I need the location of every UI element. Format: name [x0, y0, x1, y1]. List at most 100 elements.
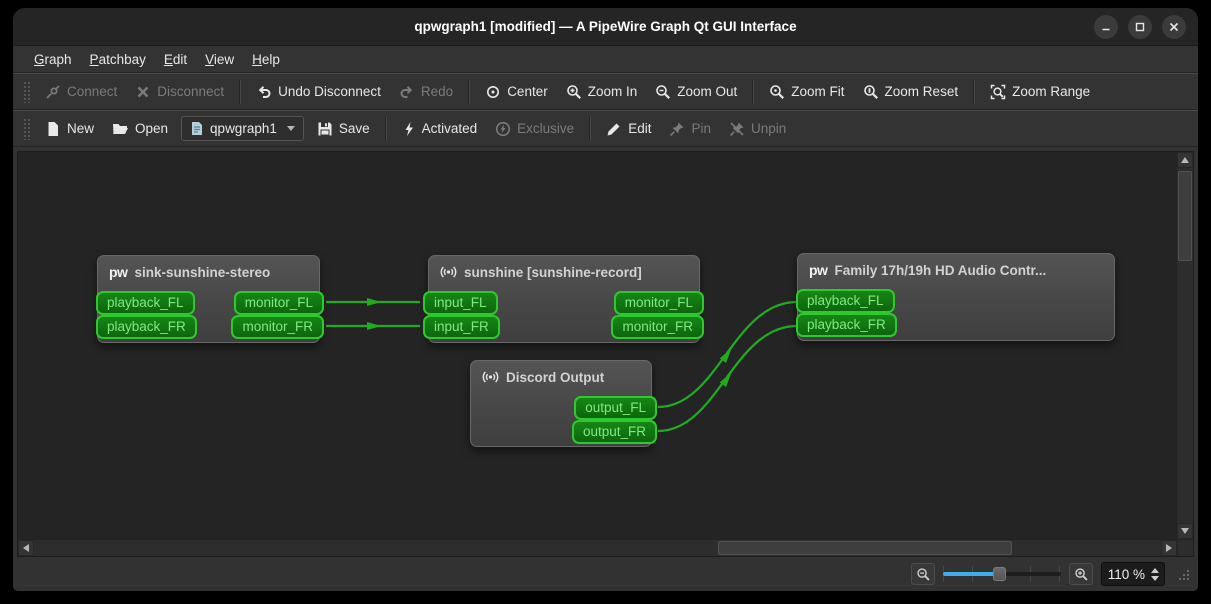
- undo-disconnect-label: Undo Disconnect: [278, 84, 381, 99]
- toolbar-separator: [589, 116, 592, 141]
- node-title: pw sink-sunshine-stereo: [109, 264, 271, 280]
- toolbar-separator: [239, 79, 242, 104]
- scroll-up-button[interactable]: [1177, 152, 1193, 168]
- pencil-icon: [607, 123, 620, 135]
- zoom-out-icon: [916, 567, 930, 581]
- port-playback-fr[interactable]: playback_FR: [96, 315, 197, 339]
- node-title: sunshine [sunshine-record]: [429, 256, 699, 280]
- node-discord-output[interactable]: Discord Output output_FL output_FR: [470, 360, 657, 447]
- zoom-value: 110 %: [1107, 566, 1145, 582]
- menu-edit[interactable]: Edit: [155, 48, 196, 71]
- port-input-fl[interactable]: input_FL: [423, 291, 498, 315]
- node-sunshine[interactable]: sunshine [sunshine-record] input_FL inpu…: [423, 255, 704, 343]
- zoom-reset-icon: [863, 84, 878, 99]
- port-monitor-fl[interactable]: monitor_FL: [233, 291, 324, 315]
- scroll-left-button[interactable]: [18, 540, 34, 556]
- pin-button[interactable]: Pin: [660, 116, 720, 142]
- new-file-icon: [48, 121, 58, 136]
- spin-up-button[interactable]: [1151, 567, 1159, 573]
- scrollbar-corner: [1177, 540, 1193, 556]
- zoom-spinbox[interactable]: 110 %: [1101, 562, 1165, 586]
- graph-canvas[interactable]: pw sink-sunshine-stereo playback_FL play…: [18, 152, 1176, 539]
- open-folder-icon: [113, 123, 129, 134]
- connect-button[interactable]: Connect: [36, 79, 126, 105]
- pipewire-icon: pw: [809, 262, 828, 278]
- arrow-left-icon: [23, 544, 29, 552]
- center-button[interactable]: Center: [476, 79, 557, 105]
- vertical-scrollbar: [1176, 152, 1193, 539]
- menu-view[interactable]: View: [196, 48, 243, 71]
- zoom-range-button[interactable]: Zoom Range: [981, 79, 1099, 105]
- exclusive-button[interactable]: Exclusive: [486, 116, 583, 142]
- zoom-in-icon: [566, 84, 581, 99]
- statusbar: 110 %: [13, 557, 1198, 591]
- disconnect-button[interactable]: Disconnect: [126, 79, 233, 105]
- close-button[interactable]: [1162, 15, 1186, 39]
- scroll-down-button[interactable]: [1177, 523, 1193, 539]
- port-playback-fl[interactable]: playback_FL: [796, 289, 895, 313]
- pin-label: Pin: [691, 121, 711, 136]
- stream-icon: [440, 266, 457, 278]
- zoom-out-label: Zoom Out: [677, 84, 738, 99]
- toolbar-drag-handle[interactable]: [23, 80, 30, 103]
- menu-help[interactable]: Help: [243, 48, 289, 71]
- node-family-hd-audio[interactable]: pw Family 17h/19h HD Audio Contr... play…: [796, 253, 1115, 341]
- patchbay-selector[interactable]: qpwgraph1: [181, 116, 304, 141]
- arrow-down-icon: [1181, 528, 1189, 534]
- edit-button[interactable]: Edit: [597, 116, 660, 142]
- patchbay-file-icon: [192, 122, 203, 135]
- toolbar-separator: [973, 79, 976, 104]
- zoom-reset-label: Zoom Reset: [884, 84, 959, 99]
- port-output-fr[interactable]: output_FR: [571, 420, 657, 444]
- node-sink-sunshine-stereo[interactable]: pw sink-sunshine-stereo playback_FL play…: [96, 255, 324, 343]
- zoom-in-label: Zoom In: [587, 84, 638, 99]
- zoom-in-button[interactable]: Zoom In: [557, 79, 647, 105]
- open-button[interactable]: Open: [103, 116, 177, 142]
- port-playback-fl[interactable]: playback_FL: [96, 291, 195, 315]
- resize-grip[interactable]: [1177, 568, 1190, 581]
- zoom-reset-button[interactable]: Zoom Reset: [854, 79, 968, 105]
- unpin-button[interactable]: Unpin: [720, 116, 795, 142]
- stream-icon: [482, 371, 499, 383]
- port-monitor-fr[interactable]: monitor_FR: [231, 315, 324, 339]
- toolbar-drag-handle[interactable]: [23, 117, 30, 140]
- activated-button[interactable]: Activated: [393, 116, 487, 142]
- spin-down-button[interactable]: [1151, 575, 1159, 581]
- port-playback-fr[interactable]: playback_FR: [796, 313, 897, 337]
- horizontal-scroll-thumb[interactable]: [718, 541, 1012, 555]
- statusbar-zoom-out-button[interactable]: [911, 563, 935, 585]
- port-monitor-fl[interactable]: monitor_FL: [613, 291, 704, 315]
- zoom-out-button[interactable]: Zoom Out: [646, 79, 746, 105]
- minimize-icon: [1102, 28, 1110, 31]
- zoom-fit-icon: [770, 84, 785, 99]
- statusbar-zoom-in-button[interactable]: [1069, 563, 1093, 585]
- minimize-button[interactable]: [1094, 15, 1118, 39]
- undo-disconnect-button[interactable]: Undo Disconnect: [247, 79, 390, 105]
- node-title: Discord Output: [471, 361, 651, 385]
- bolt-icon: [405, 121, 413, 136]
- port-output-fl[interactable]: output_FL: [574, 396, 657, 420]
- redo-button[interactable]: Redo: [390, 79, 462, 105]
- menu-patchbay[interactable]: Patchbay: [81, 48, 155, 71]
- new-button[interactable]: New: [36, 116, 103, 142]
- scroll-right-button[interactable]: [1161, 540, 1177, 556]
- vertical-scroll-thumb[interactable]: [1178, 171, 1192, 261]
- zoom-range-label: Zoom Range: [1012, 84, 1091, 99]
- horizontal-scroll-track[interactable]: [34, 540, 1161, 556]
- save-button[interactable]: Save: [308, 116, 379, 142]
- toolbar-patchbay: New Open qpwgraph1 Save Activated Exclus…: [13, 110, 1198, 147]
- vertical-scroll-track[interactable]: [1177, 168, 1193, 523]
- zoom-range-icon: [990, 84, 1006, 99]
- port-monitor-fr[interactable]: monitor_FR: [611, 315, 704, 339]
- menu-graph[interactable]: Graph: [25, 48, 81, 71]
- zoom-slider[interactable]: [943, 564, 1061, 584]
- maximize-icon: [1135, 22, 1145, 32]
- unpin-label: Unpin: [750, 121, 787, 136]
- edit-label: Edit: [628, 121, 652, 136]
- slider-handle[interactable]: [993, 567, 1006, 581]
- activated-label: Activated: [421, 121, 478, 136]
- titlebar[interactable]: qpwgraph1 [modified] — A PipeWire Graph …: [13, 8, 1198, 46]
- zoom-fit-button[interactable]: Zoom Fit: [760, 79, 853, 105]
- maximize-button[interactable]: [1128, 15, 1152, 39]
- port-input-fr[interactable]: input_FR: [423, 315, 500, 339]
